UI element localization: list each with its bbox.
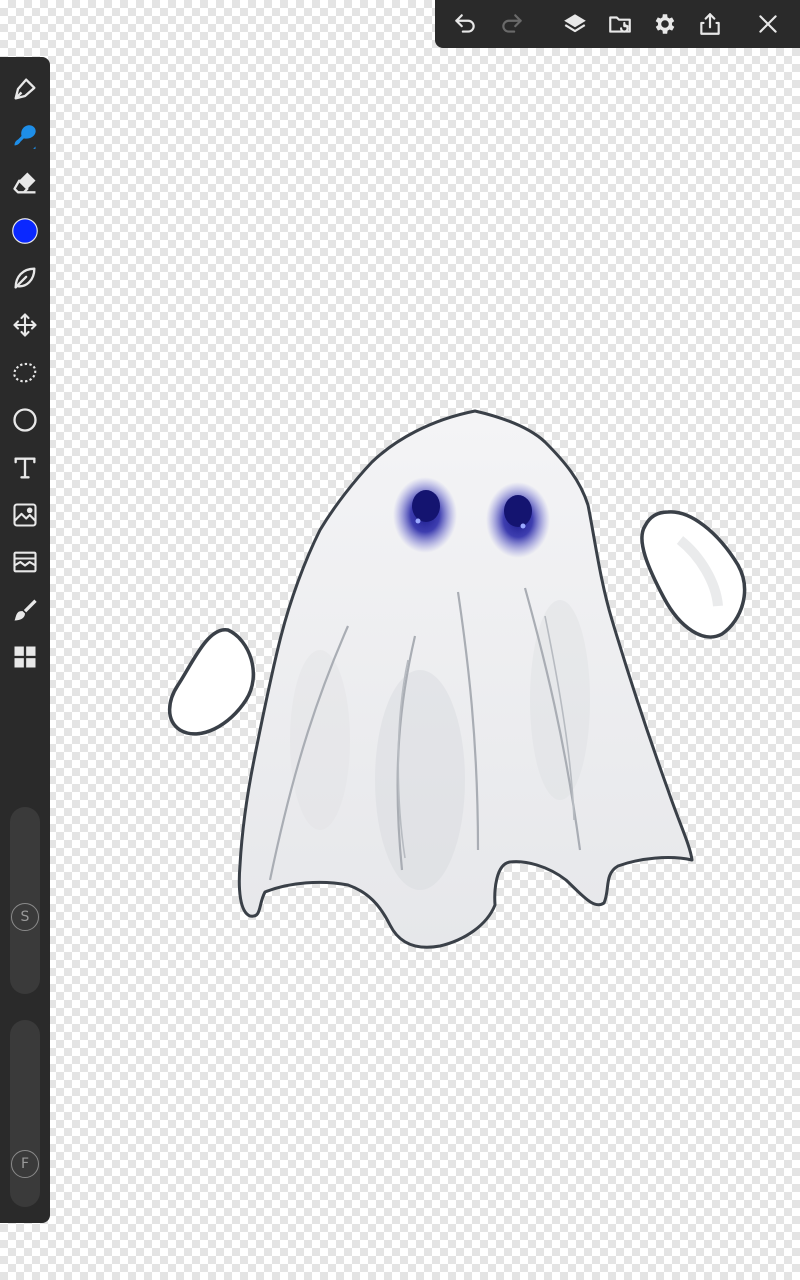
pen-icon xyxy=(14,78,36,100)
folder-save-icon xyxy=(609,16,631,33)
opacity-slider[interactable]: F xyxy=(10,1020,40,1207)
filter-icon xyxy=(13,551,37,573)
lasso-fill-tool[interactable] xyxy=(5,258,45,298)
filter-tool[interactable] xyxy=(5,542,45,582)
eraser-tool[interactable] xyxy=(5,163,45,203)
eraser-icon xyxy=(13,172,36,194)
undo-icon xyxy=(455,14,475,33)
image-import-tool[interactable] xyxy=(5,495,45,535)
ghost-artwork xyxy=(167,409,747,949)
pen-tool[interactable] xyxy=(5,69,45,109)
ghost-right-hand xyxy=(640,510,747,639)
layers-button[interactable] xyxy=(555,4,595,44)
image-import-icon xyxy=(13,503,37,527)
undo-button[interactable] xyxy=(445,4,485,44)
text-tool[interactable] xyxy=(5,448,45,488)
text-icon xyxy=(14,457,36,479)
leaf-icon xyxy=(14,267,36,289)
close-button[interactable] xyxy=(748,4,788,44)
color-swatch-icon xyxy=(12,218,38,244)
layers-icon xyxy=(564,14,586,33)
lasso-select-icon xyxy=(13,362,37,383)
size-slider[interactable]: S xyxy=(10,807,40,994)
grid-icon xyxy=(14,646,36,668)
opacity-slider-label: F xyxy=(20,1156,30,1172)
gear-icon xyxy=(655,14,675,34)
share-button[interactable] xyxy=(690,4,730,44)
top-toolbar xyxy=(435,0,800,48)
redo-icon xyxy=(502,14,522,33)
left-toolbar: S F xyxy=(0,57,50,1223)
selection-tool[interactable] xyxy=(5,353,45,393)
size-slider-label: S xyxy=(20,909,30,925)
share-icon xyxy=(700,13,720,35)
brush-tool[interactable] xyxy=(5,116,45,156)
close-icon xyxy=(759,15,777,33)
paint-brush-icon xyxy=(14,599,37,621)
circle-icon xyxy=(13,408,37,432)
redo-button[interactable] xyxy=(492,4,532,44)
shape-tool[interactable] xyxy=(5,400,45,440)
smudge-tool[interactable] xyxy=(5,590,45,630)
opacity-slider-knob[interactable]: F xyxy=(11,1150,39,1178)
ghost-left-hand xyxy=(167,628,256,736)
settings-button[interactable] xyxy=(645,4,685,44)
materials-tool[interactable] xyxy=(5,637,45,677)
color-tool[interactable] xyxy=(5,211,45,251)
move-arrows-icon xyxy=(13,313,37,337)
gallery-save-button[interactable] xyxy=(600,4,640,44)
transform-tool[interactable] xyxy=(5,305,45,345)
size-slider-knob[interactable]: S xyxy=(11,903,39,931)
brush-icon xyxy=(14,125,36,149)
